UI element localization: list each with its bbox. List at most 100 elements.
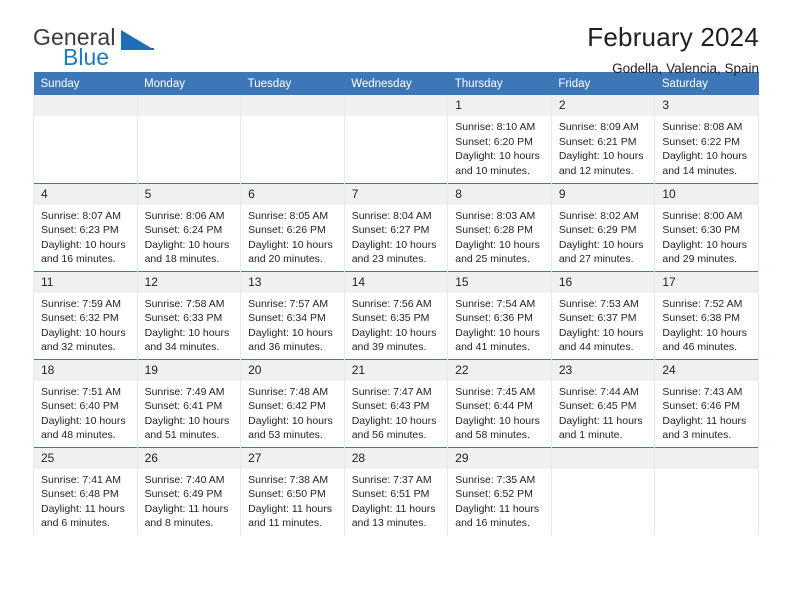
sunrise-text: Sunrise: 7:37 AM	[351, 473, 432, 486]
calendar-day-cell[interactable]: 23 Sunrise: 7:44 AM Sunset: 6:45 PM Dayligh…	[550, 358, 656, 447]
calendar-day-cell[interactable]: 26 Sunrise: 7:40 AM Sunset: 6:49 PM Dayligh…	[136, 446, 242, 536]
sunset-text: Sunset: 6:21 PM	[558, 135, 637, 148]
daylight-text: and 32 minutes.	[41, 341, 116, 354]
daylight-text: Daylight: 10 hours	[455, 326, 540, 339]
day-number: 23	[551, 359, 655, 381]
sunset-text: Sunset: 6:28 PM	[455, 224, 533, 237]
daylight-text: Daylight: 10 hours	[248, 414, 333, 427]
calendar-day-cell[interactable]: 11 Sunrise: 7:59 AM Sunset: 6:32 PM Dayligh…	[33, 270, 138, 359]
day-number: 29	[448, 447, 551, 469]
daylight-text: Daylight: 11 hours	[41, 502, 125, 515]
day-cell-details: Sunrise: 7:54 AM Sunset: 6:36 PM Daylight:…	[448, 293, 551, 355]
calendar-day-cell[interactable]: 7 Sunrise: 8:04 AM Sunset: 6:27 PM Daylight…	[343, 182, 449, 271]
sunset-text: Sunset: 6:30 PM	[662, 224, 741, 237]
daylight-text: Daylight: 10 hours	[351, 238, 437, 251]
daylight-text: Daylight: 10 hours	[41, 238, 126, 251]
calendar-day-cell[interactable]: 21 Sunrise: 7:47 AM Sunset: 6:43 PM Dayligh…	[343, 358, 449, 447]
daylight-text: and 1 minute.	[558, 429, 623, 442]
logo-text-blue: Blue	[63, 44, 110, 70]
day-cell-details: Sunrise: 7:45 AM Sunset: 6:44 PM Daylight:…	[448, 381, 551, 443]
day-number	[551, 447, 655, 469]
day-cell-inner: 23 Sunrise: 7:44 AM Sunset: 6:45 PM Dayligh…	[551, 359, 655, 447]
calendar-day-cell[interactable]: 13 Sunrise: 7:57 AM Sunset: 6:34 PM Dayligh…	[240, 270, 345, 359]
sunset-text: Sunset: 6:27 PM	[351, 224, 430, 237]
day-cell-details: Sunrise: 7:43 AM Sunset: 6:46 PM Daylight:…	[655, 381, 758, 443]
calendar-day-cell[interactable]: 15 Sunrise: 7:54 AM Sunset: 6:36 PM Dayligh…	[447, 270, 552, 359]
calendar-day-cell[interactable]: 3 Sunrise: 8:08 AM Sunset: 6:22 PM Daylight…	[654, 95, 759, 183]
day-cell-inner	[344, 95, 448, 183]
day-cell-details: Sunrise: 8:06 AM Sunset: 6:24 PM Daylight:…	[138, 205, 241, 267]
sunset-text: Sunset: 6:35 PM	[351, 312, 430, 325]
day-number: 4	[34, 183, 137, 205]
day-cell-inner: 3 Sunrise: 8:08 AM Sunset: 6:22 PM Daylight…	[655, 95, 758, 183]
day-cell-inner: 8 Sunrise: 8:03 AM Sunset: 6:28 PM Daylight…	[448, 183, 551, 271]
calendar-day-cell[interactable]: 2 Sunrise: 8:09 AM Sunset: 6:21 PM Daylight…	[550, 95, 656, 183]
calendar-day-cell[interactable]: 9 Sunrise: 8:02 AM Sunset: 6:29 PM Daylight…	[550, 182, 656, 271]
calendar-day-cell[interactable]: 12 Sunrise: 7:58 AM Sunset: 6:33 PM Dayligh…	[136, 270, 242, 359]
sunrise-text: Sunrise: 8:09 AM	[558, 121, 639, 133]
title-block: February 2024 Godella, Valencia, Spain	[587, 22, 759, 77]
day-cell-inner: 5 Sunrise: 8:06 AM Sunset: 6:24 PM Daylight…	[137, 183, 241, 271]
calendar-day-cell[interactable]: 18 Sunrise: 7:51 AM Sunset: 6:40 PM Dayligh…	[33, 358, 138, 447]
calendar-day-cell[interactable]: 27 Sunrise: 7:38 AM Sunset: 6:50 PM Dayligh…	[240, 446, 345, 535]
daylight-text: Daylight: 10 hours	[351, 326, 437, 339]
logo-underline-bar	[121, 48, 154, 50]
sunrise-text: Sunrise: 7:54 AM	[455, 297, 536, 310]
sunset-text: Sunset: 6:43 PM	[351, 400, 430, 413]
daylight-text: and 10 minutes.	[455, 164, 530, 177]
calendar-day-cell[interactable]: 8 Sunrise: 8:03 AM Sunset: 6:28 PM Daylight…	[447, 182, 552, 271]
calendar-day-cell[interactable]: 1 Sunrise: 8:10 AM Sunset: 6:20 PM Daylight…	[447, 95, 552, 183]
calendar-day-cell[interactable]: 17 Sunrise: 7:52 AM Sunset: 6:38 PM Dayligh…	[654, 270, 759, 359]
calendar-day-cell[interactable]: 4 Sunrise: 8:07 AM Sunset: 6:23 PM Daylight…	[33, 182, 138, 271]
sunset-text: Sunset: 6:49 PM	[144, 488, 223, 501]
day-cell-inner: 29 Sunrise: 7:35 AM Sunset: 6:52 PM Dayligh…	[448, 447, 551, 536]
daylight-text: and 51 minutes.	[144, 429, 220, 442]
calendar-day-cell[interactable]: 6 Sunrise: 8:05 AM Sunset: 6:26 PM Daylight…	[240, 182, 345, 271]
day-cell-inner: 24 Sunrise: 7:43 AM Sunset: 6:46 PM Dayligh…	[655, 359, 758, 447]
day-cell-details	[241, 116, 344, 120]
calendar-day-cell-empty	[33, 95, 138, 183]
calendar-day-cell[interactable]: 20 Sunrise: 7:48 AM Sunset: 6:42 PM Dayligh…	[240, 358, 345, 447]
day-cell-inner: 6 Sunrise: 8:05 AM Sunset: 6:26 PM Daylight…	[241, 183, 344, 271]
sunrise-text: Sunrise: 7:48 AM	[248, 385, 329, 398]
daylight-text: Daylight: 11 hours	[662, 414, 747, 427]
daylight-text: and 20 minutes.	[248, 253, 323, 266]
page-subtitle: Godella, Valencia, Spain	[612, 61, 759, 76]
calendar-day-cell-empty	[240, 95, 345, 183]
day-number: 18	[34, 359, 137, 381]
daylight-text: and 27 minutes.	[558, 253, 634, 266]
day-cell-details: Sunrise: 7:35 AM Sunset: 6:52 PM Daylight:…	[448, 469, 551, 531]
day-cell-details: Sunrise: 8:05 AM Sunset: 6:26 PM Daylight:…	[241, 205, 344, 267]
day-cell-inner: 26 Sunrise: 7:40 AM Sunset: 6:49 PM Dayligh…	[137, 447, 241, 536]
calendar-day-cell[interactable]: 19 Sunrise: 7:49 AM Sunset: 6:41 PM Dayligh…	[136, 358, 242, 447]
page-header: General Blue February 2024 Godella, Vale…	[33, 0, 759, 76]
day-cell-details: Sunrise: 8:02 AM Sunset: 6:29 PM Daylight:…	[552, 205, 655, 267]
calendar-day-cell[interactable]: 24 Sunrise: 7:43 AM Sunset: 6:46 PM Dayligh…	[654, 358, 759, 447]
calendar-day-cell[interactable]: 5 Sunrise: 8:06 AM Sunset: 6:24 PM Daylight…	[136, 182, 242, 271]
daylight-text: and 36 minutes.	[248, 341, 323, 354]
day-cell-details: Sunrise: 8:00 AM Sunset: 6:30 PM Daylight:…	[655, 205, 758, 267]
calendar-day-cell[interactable]: 10 Sunrise: 8:00 AM Sunset: 6:30 PM Dayligh…	[654, 182, 759, 271]
calendar-day-cell[interactable]: 14 Sunrise: 7:56 AM Sunset: 6:35 PM Dayligh…	[343, 270, 449, 359]
sunset-text: Sunset: 6:45 PM	[558, 400, 637, 413]
day-number: 2	[551, 95, 655, 116]
day-cell-inner: 2 Sunrise: 8:09 AM Sunset: 6:21 PM Daylight…	[551, 95, 655, 183]
day-cell-inner: 1 Sunrise: 8:10 AM Sunset: 6:20 PM Daylight…	[448, 95, 551, 183]
day-cell-details: Sunrise: 7:49 AM Sunset: 6:41 PM Daylight:…	[138, 381, 241, 443]
sunrise-text: Sunrise: 7:44 AM	[558, 385, 639, 398]
day-cell-details: Sunrise: 7:48 AM Sunset: 6:42 PM Daylight:…	[241, 381, 344, 443]
calendar-day-cell[interactable]: 29 Sunrise: 7:35 AM Sunset: 6:52 PM Dayligh…	[447, 446, 552, 536]
general-blue-logo[interactable]: General Blue	[33, 22, 183, 72]
calendar-day-cell[interactable]: 16 Sunrise: 7:53 AM Sunset: 6:37 PM Dayligh…	[550, 270, 656, 359]
calendar-day-cell[interactable]: 22 Sunrise: 7:45 AM Sunset: 6:44 PM Dayligh…	[447, 358, 552, 447]
calendar-day-cell[interactable]: 28 Sunrise: 7:37 AM Sunset: 6:51 PM Dayligh…	[343, 446, 449, 535]
daylight-text: and 34 minutes.	[144, 341, 220, 354]
day-cell-details: Sunrise: 8:08 AM Sunset: 6:22 PM Daylight:…	[655, 116, 758, 178]
weekday-header-tuesday: Tuesday	[240, 72, 345, 95]
calendar-day-cell[interactable]: 25 Sunrise: 7:41 AM Sunset: 6:48 PM Dayligh…	[33, 446, 138, 535]
day-number: 10	[655, 183, 758, 205]
day-number: 25	[34, 447, 137, 469]
daylight-text: and 12 minutes.	[558, 164, 634, 177]
calendar-day-cell-empty	[343, 95, 449, 183]
daylight-text: and 46 minutes.	[662, 341, 738, 354]
